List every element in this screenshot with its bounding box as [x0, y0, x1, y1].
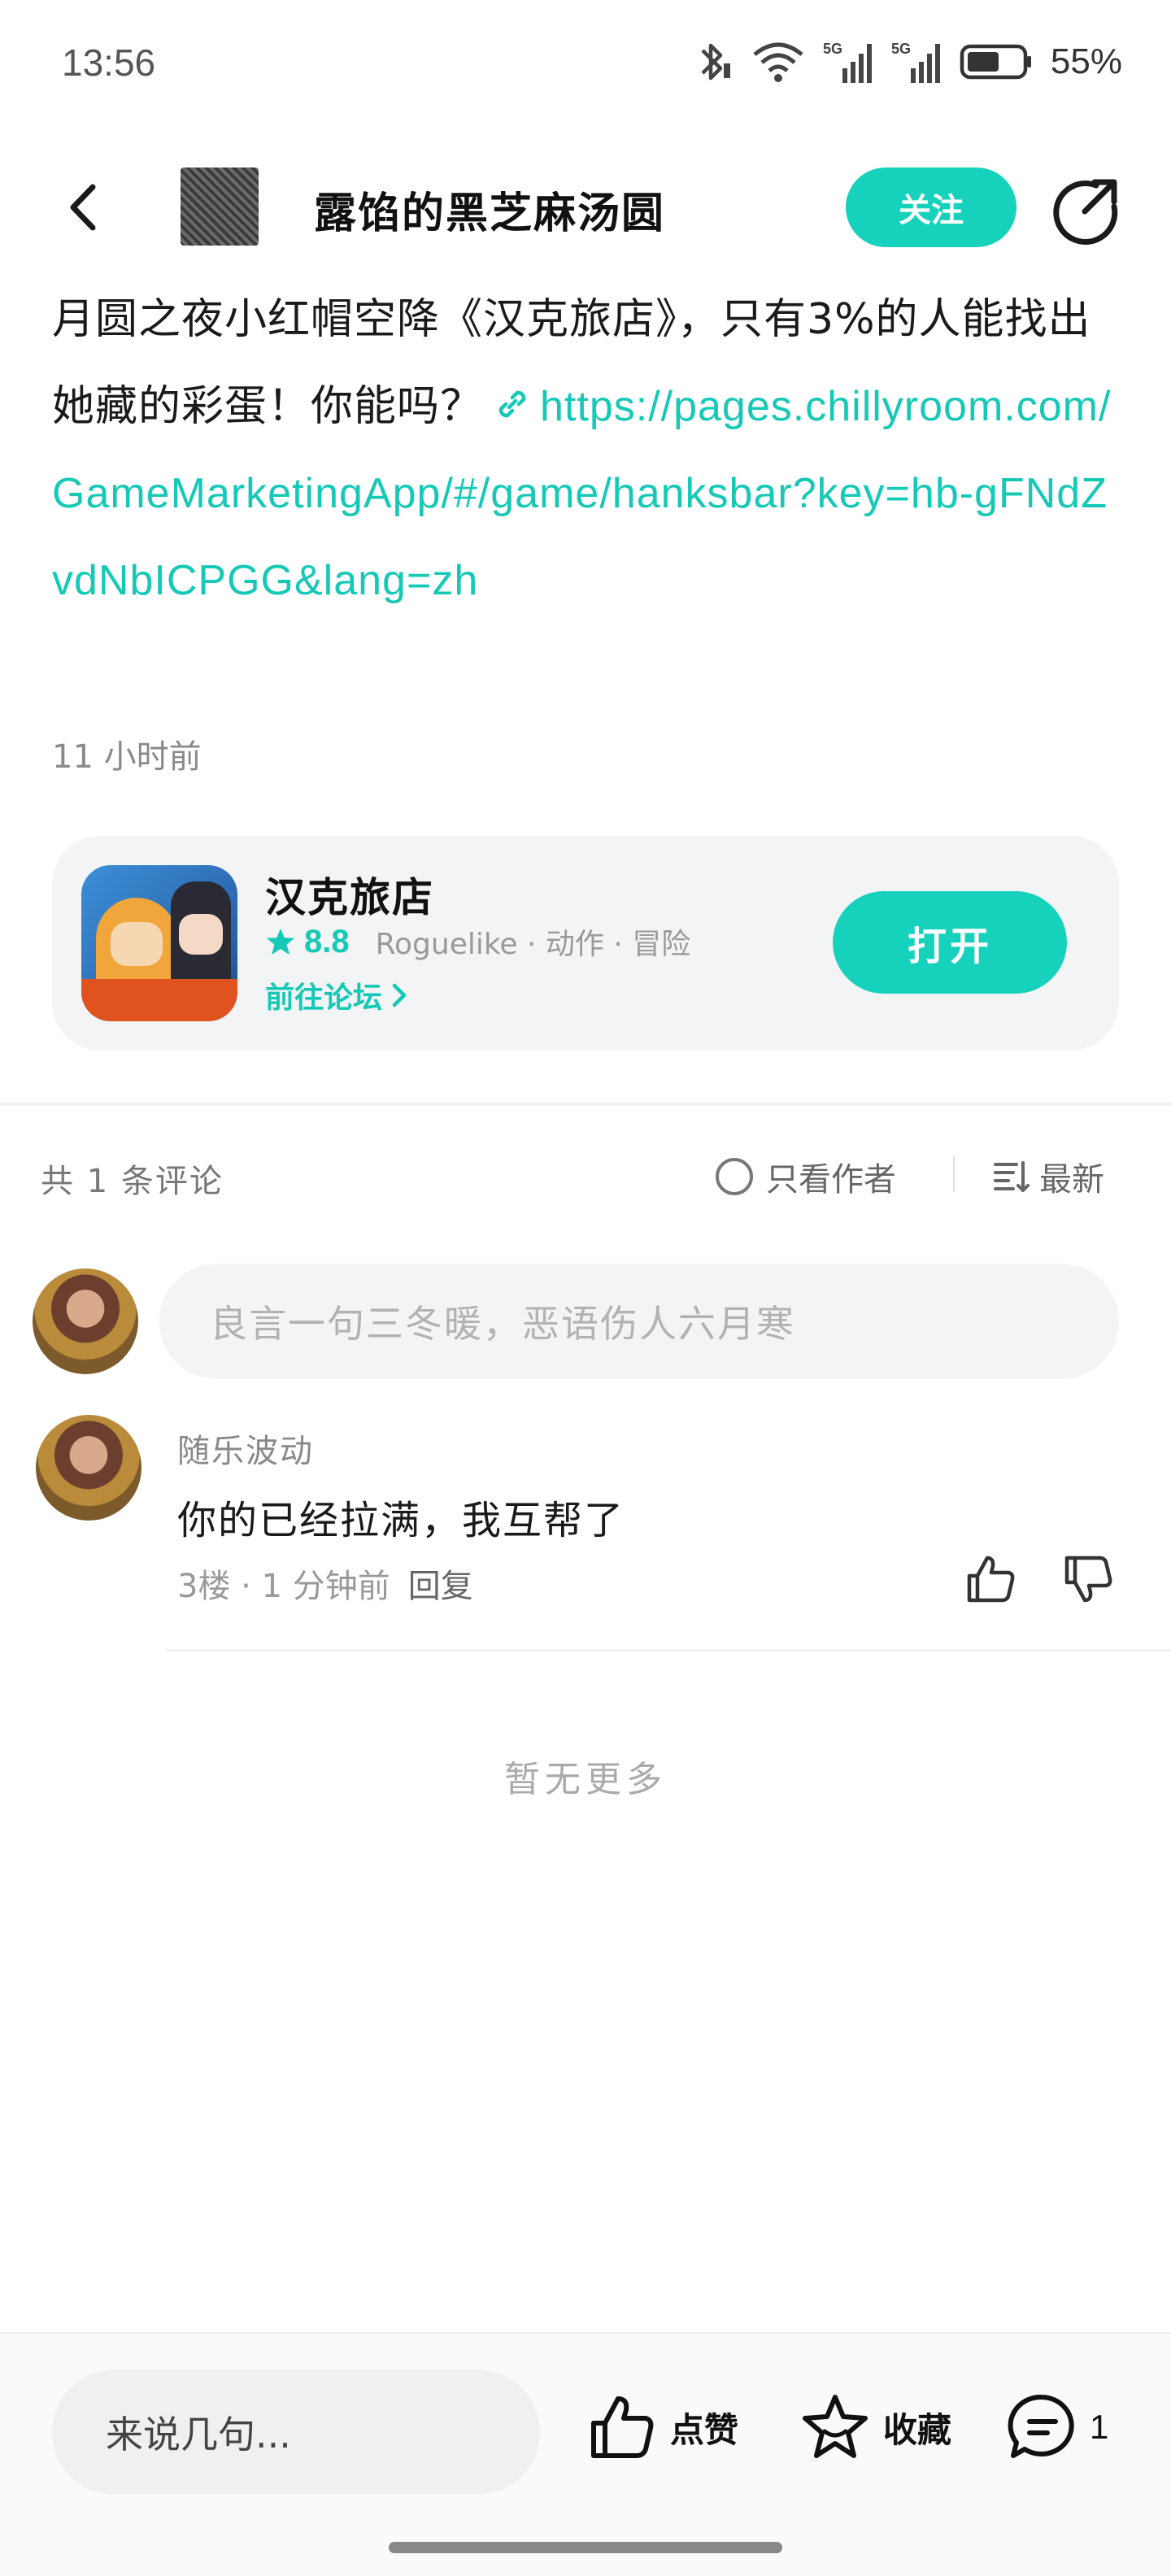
status-bar: 13:56 5G 5G 55% [0, 0, 1171, 130]
forum-link-label: 前往论坛 [265, 981, 383, 1015]
wifi-icon [751, 40, 805, 84]
game-card[interactable]: 汉克旅店 8.8 Roguelike · 动作 · 冒险 前往论坛 打开 [52, 836, 1119, 1051]
comment-item: 随乐波动 你的已经拉满，我互帮了 3楼 · 1 分钟前 回复 [0, 1415, 1171, 1651]
comment-floor-time: 3楼 · 1 分钟前 [177, 1568, 390, 1605]
comment-input[interactable]: 良言一句三冬暖，恶语伤人六月寒 [159, 1264, 1119, 1379]
network-label-2: 5G [891, 41, 911, 57]
comments-button[interactable]: 1 [1005, 2391, 1108, 2464]
post-timestamp: 11 小时前 [52, 738, 202, 776]
thumbs-up-icon [967, 1556, 1015, 1603]
game-rating-row: 8.8 Roguelike · 动作 · 冒险 [265, 920, 690, 963]
comment-bubble-icon [1008, 2394, 1074, 2458]
signal-5g-icon: 5G [891, 39, 942, 85]
no-more-label: 暂无更多 [504, 1759, 667, 1800]
follow-button[interactable]: 关注 [846, 168, 1016, 247]
bottom-comment-input[interactable]: 来说几句... [52, 2369, 540, 2495]
game-rating: 8.8 [304, 923, 350, 959]
game-icon[interactable] [81, 865, 237, 1021]
comment-like-button[interactable] [963, 1551, 1018, 1607]
reply-button[interactable]: 回复 [408, 1560, 473, 1607]
sort-label: 最新 [1039, 1161, 1104, 1199]
star-icon [266, 928, 295, 955]
comment-divider [166, 1649, 1171, 1651]
link-icon [491, 368, 533, 418]
comment-text: 你的已经拉满，我互帮了 [177, 1498, 625, 1543]
author-name[interactable]: 露馅的黑芝麻汤圆 [314, 179, 665, 240]
like-button[interactable]: 点赞 [586, 2391, 738, 2464]
chevron-right-icon [392, 983, 407, 1007]
battery-icon [960, 42, 1033, 81]
open-game-button[interactable]: 打开 [833, 891, 1067, 994]
like-label: 点赞 [670, 2409, 739, 2450]
comment-meta: 3楼 · 1 分钟前 回复 [177, 1560, 473, 1607]
section-divider [0, 1103, 1171, 1106]
share-button[interactable] [1049, 174, 1122, 247]
post-detail-page: 13:56 5G 5G 55% 露馅的黑芝麻汤圆 关注 月圆之夜小红帽空降《汉克… [0, 0, 1171, 2576]
post-header: 露馅的黑芝麻汤圆 关注 [0, 154, 1171, 260]
bottom-action-bar: 来说几句... 点赞 收藏 1 [0, 2332, 1171, 2576]
my-avatar [33, 1268, 138, 1374]
comment-dislike-button[interactable] [1060, 1551, 1116, 1607]
status-time: 13:56 [62, 41, 156, 84]
comment-count-badge: 1 [1090, 2408, 1109, 2446]
star-outline-icon [803, 2395, 868, 2458]
status-icons: 5G 5G 55% [693, 39, 1122, 85]
comments-header: 共 1 条评论 只看作者 最新 [0, 1147, 1171, 1212]
share-icon [1053, 179, 1118, 245]
author-only-label: 只看作者 [766, 1161, 896, 1199]
thumbs-up-icon [591, 2396, 654, 2458]
favorite-label: 收藏 [883, 2409, 952, 2450]
sort-toggle[interactable]: 最新 [992, 1153, 1104, 1200]
divider [953, 1156, 955, 1192]
author-avatar[interactable] [181, 168, 259, 246]
commenter-name[interactable]: 随乐波动 [177, 1425, 314, 1472]
go-to-forum-link[interactable]: 前往论坛 [265, 974, 410, 1016]
battery-percent: 55% [1050, 41, 1122, 81]
thumbs-down-icon [1064, 1556, 1112, 1603]
author-only-toggle[interactable]: 只看作者 [716, 1153, 896, 1200]
bluetooth-icon [693, 39, 734, 85]
game-name: 汉克旅店 [265, 874, 434, 921]
home-indicator[interactable] [389, 2542, 782, 2553]
sort-icon [994, 1161, 1030, 1192]
commenter-avatar[interactable] [36, 1415, 141, 1521]
back-button[interactable] [57, 179, 114, 236]
comment-count: 共 1 条评论 [41, 1163, 224, 1200]
radio-icon [716, 1158, 753, 1195]
signal-5g-icon: 5G [823, 39, 873, 85]
chevron-left-icon [70, 184, 96, 231]
post-content: 月圆之夜小红帽空降《汉克旅店》，只有3%的人能找出她藏的彩蛋！你能吗？ https… [52, 276, 1125, 624]
game-tags: Roguelike · 动作 · 冒险 [375, 928, 691, 961]
favorite-button[interactable]: 收藏 [799, 2391, 951, 2464]
network-label-1: 5G [823, 41, 842, 57]
